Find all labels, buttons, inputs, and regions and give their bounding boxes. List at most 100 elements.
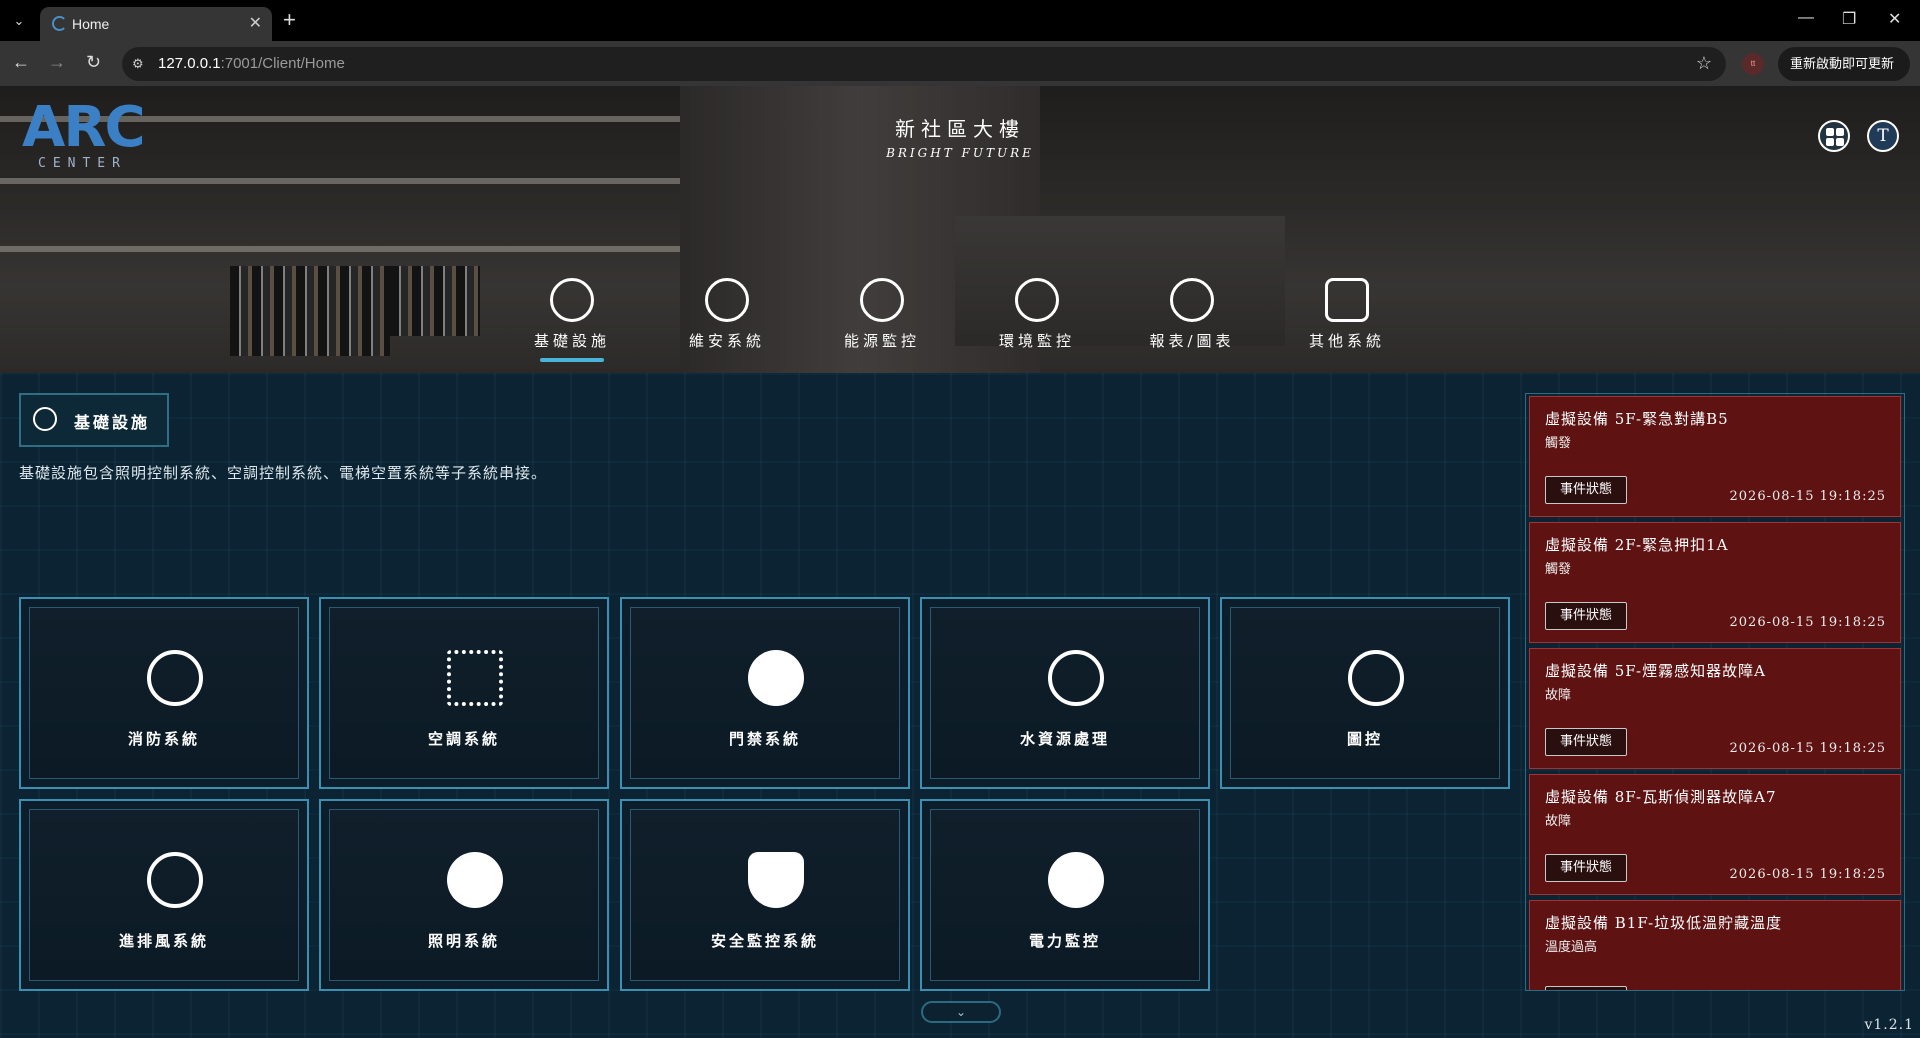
nav-environment[interactable]: 環境監控 (972, 278, 1102, 351)
event-status-button[interactable]: 事件狀態 (1545, 728, 1627, 756)
browser-tab[interactable]: Home ✕ (40, 7, 272, 41)
alarm-item[interactable]: 虛擬設備 5F-煙霧感知器故障A 故障 事件狀態 2026-08-15 19:1… (1529, 648, 1901, 769)
section-description: 基礎設施包含照明控制系統、空調控制系統、電梯空置系統等子系統串接。 (19, 464, 548, 482)
tab-search-icon[interactable]: ⌄ (8, 10, 30, 32)
card-ventilation[interactable]: 進排風系統 (19, 799, 309, 991)
event-status-button[interactable] (1545, 986, 1627, 990)
event-status-button[interactable]: 事件狀態 (1545, 476, 1627, 504)
minimize-icon[interactable]: — (1798, 9, 1814, 27)
alarm-status: 觸發 (1545, 436, 1572, 451)
fire-icon (147, 650, 203, 706)
nav-label: 其他系統 (1308, 332, 1385, 350)
user-avatar[interactable]: T (1867, 120, 1899, 152)
leaf-plug-icon (860, 278, 904, 322)
version-label: v1.2.1 (1864, 1017, 1914, 1033)
lightbulb-icon (447, 852, 503, 908)
event-status-button[interactable]: 事件狀態 (1545, 854, 1627, 882)
nav-other[interactable]: 其他系統 (1282, 278, 1412, 351)
card-label: 進排風系統 (118, 932, 209, 950)
card-lighting[interactable]: 照明系統 (319, 799, 609, 991)
card-label: 圖控 (1346, 730, 1383, 748)
alarm-status: 故障 (1545, 814, 1572, 829)
card-label: 空調系統 (427, 730, 500, 748)
earth-leaf-icon (1015, 278, 1059, 322)
chevron-down-icon[interactable]: ⌄ (921, 1001, 1001, 1023)
nav-label: 報表/圖表 (1149, 332, 1235, 350)
card-air-conditioning[interactable]: 空調系統 (319, 597, 609, 789)
tab-favicon-icon (52, 16, 67, 31)
section-title: 基礎設施 (74, 413, 151, 432)
apps-grid-icon[interactable] (1818, 120, 1850, 152)
card-access-control[interactable]: 門禁系統 (620, 597, 910, 789)
nav-infrastructure[interactable]: 基礎設施 (507, 278, 637, 362)
alarm-time: 2026-08-15 19:18:25 (1729, 867, 1886, 882)
nav-label: 基礎設施 (533, 332, 610, 350)
nav-energy[interactable]: 能源監控 (817, 278, 947, 351)
card-fire-system[interactable]: 消防系統 (19, 597, 309, 789)
fan-icon (147, 852, 203, 908)
nav-label: 維安系統 (688, 332, 765, 350)
alarm-item[interactable]: 虛擬設備 5F-緊急對講B5 觸發 事件狀態 2026-08-15 19:18:… (1529, 396, 1901, 517)
alarm-list[interactable]: 虛擬設備 5F-緊急對講B5 觸發 事件狀態 2026-08-15 19:18:… (1525, 393, 1905, 991)
browser-toolbar: ← → ↻ ⚙ 127.0.0.1:7001/Client/Home ☆ tt … (0, 41, 1920, 105)
pie-chart-icon (1170, 278, 1214, 322)
building-icon (1348, 650, 1404, 706)
card-label: 照明系統 (427, 932, 500, 950)
section-title-box: 基礎設施 (19, 393, 169, 447)
alarm-title: 虛擬設備 B1F-垃圾低溫貯藏溫度 (1545, 914, 1783, 932)
site-info-icon[interactable]: ⚙ (132, 56, 144, 72)
card-security-monitoring[interactable]: 安全監控系統 (620, 799, 910, 991)
card-power-monitoring[interactable]: 電力監控 (920, 799, 1210, 991)
alarm-title: 虛擬設備 8F-瓦斯偵測器故障A7 (1545, 788, 1777, 806)
alarm-item[interactable]: 虛擬設備 2F-緊急押扣1A 觸發 事件狀態 2026-08-15 19:18:… (1529, 522, 1901, 643)
card-label: 安全監控系統 (710, 932, 819, 950)
building-name: 新社區大樓 (895, 117, 1025, 141)
lightning-icon (1048, 852, 1104, 908)
alarm-title: 虛擬設備 5F-緊急對講B5 (1545, 410, 1729, 428)
browser-tab-strip: ⌄ Home ✕ + — ❐ ✕ (0, 0, 1920, 41)
building-network-icon (550, 278, 594, 322)
card-water-treatment[interactable]: 水資源處理 (920, 597, 1210, 789)
nav-label: 能源監控 (843, 332, 920, 350)
keyhole-icon (748, 650, 804, 706)
alarm-item[interactable]: 虛擬設備 8F-瓦斯偵測器故障A7 故障 事件狀態 2026-08-15 19:… (1529, 774, 1901, 895)
back-icon[interactable]: ← (12, 52, 30, 73)
shield-icon (748, 852, 804, 908)
shield-icon (705, 278, 749, 322)
reload-icon[interactable]: ↻ (86, 52, 101, 73)
update-button[interactable]: 重新啟動即可更新 ⋮ (1778, 47, 1910, 105)
alarm-status: 溫度過高 (1545, 940, 1598, 955)
address-bar[interactable]: ⚙ 127.0.0.1:7001/Client/Home ☆ (122, 47, 1726, 81)
forward-icon[interactable]: → (48, 52, 66, 73)
card-label: 水資源處理 (1019, 730, 1110, 748)
alarm-item[interactable]: 虛擬設備 B1F-垃圾低溫貯藏溫度 溫度過高 (1529, 900, 1901, 990)
bookmark-star-icon[interactable]: ☆ (1696, 53, 1712, 74)
alarm-status: 觸發 (1545, 562, 1572, 577)
building-network-icon (33, 407, 57, 431)
robot-icon (1325, 278, 1369, 322)
alarm-time: 2026-08-15 19:18:25 (1729, 741, 1886, 756)
nav-reports[interactable]: 報表/圖表 (1127, 278, 1257, 351)
card-label: 電力監控 (1028, 932, 1101, 950)
main-content: 基礎設施 基礎設施包含照明控制系統、空調控制系統、電梯空置系統等子系統串接。 消… (0, 373, 1920, 1038)
new-tab-icon[interactable]: + (283, 7, 296, 33)
extension-icon[interactable]: tt (1742, 53, 1764, 75)
nav-label: 環境監控 (998, 332, 1075, 350)
alarm-status: 故障 (1545, 688, 1572, 703)
alarm-time: 2026-08-15 19:18:25 (1729, 489, 1886, 504)
close-window-icon[interactable]: ✕ (1888, 9, 1901, 29)
url-text: 127.0.0.1:7001/Client/Home (158, 55, 345, 72)
active-indicator (540, 358, 604, 362)
arc-center-logo[interactable]: ARC CENTER (22, 100, 162, 176)
card-label: 門禁系統 (728, 730, 801, 748)
card-graphic-control[interactable]: 圖控 (1220, 597, 1510, 789)
snowflake-icon (447, 650, 503, 706)
close-tab-icon[interactable]: ✕ (249, 13, 262, 33)
alarm-title: 虛擬設備 5F-煙霧感知器故障A (1545, 662, 1766, 680)
event-status-button[interactable]: 事件狀態 (1545, 602, 1627, 630)
nav-security[interactable]: 維安系統 (662, 278, 792, 351)
card-label: 消防系統 (127, 730, 200, 748)
restore-icon[interactable]: ❐ (1842, 9, 1856, 29)
water-recycle-icon (1048, 650, 1104, 706)
building-subtitle: BRIGHT FUTURE (886, 146, 1034, 160)
